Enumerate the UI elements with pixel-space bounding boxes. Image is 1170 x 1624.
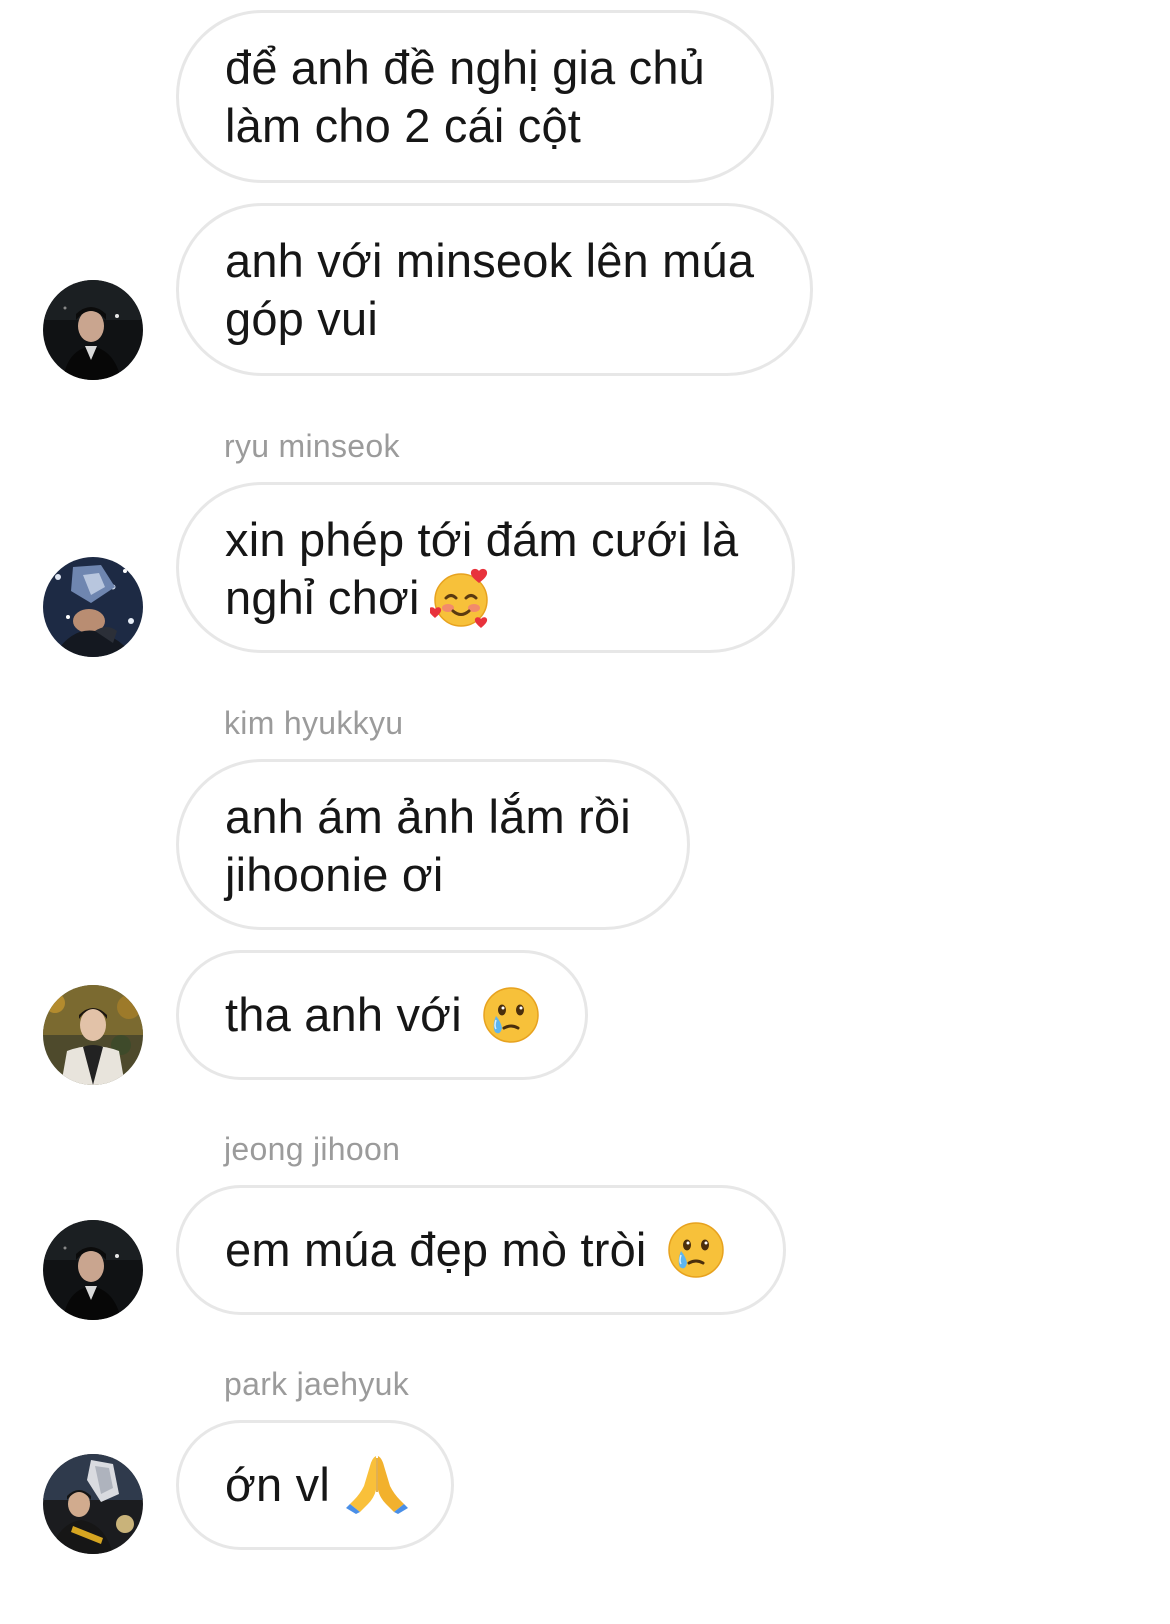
message-bubble[interactable]: em múa đẹp mò tròi [176, 1185, 786, 1315]
message-text: nghỉ chơi [225, 571, 420, 624]
message-bubble[interactable]: tha anh với [176, 950, 588, 1080]
avatar[interactable] [43, 557, 143, 657]
message-text: em múa đẹp mò tròi [225, 1223, 647, 1276]
avatar[interactable] [43, 985, 143, 1085]
sender-name: park jaehyuk [224, 1366, 410, 1402]
message-text: jihoonie ơi [225, 848, 444, 901]
message-text: góp vui [225, 292, 378, 345]
face-holding-back-tears-icon [480, 984, 542, 1046]
message-bubble[interactable]: ớn vl [176, 1420, 454, 1550]
message-text: tha anh với [225, 988, 462, 1041]
message-text: anh với minseok lên múa [225, 234, 755, 287]
message-line: nghỉ chơi [225, 567, 746, 629]
message-bubble[interactable]: anh với minseok lên múa góp vui [176, 203, 813, 376]
message-text: để anh đề nghị gia chủ [225, 41, 706, 94]
message-text: ớn vl [225, 1458, 330, 1511]
sender-name: jeong jihoon [224, 1131, 401, 1167]
message-bubble[interactable]: để anh đề nghị gia chủ làm cho 2 cái cột [176, 10, 774, 183]
avatar[interactable] [43, 1220, 143, 1320]
message-text: làm cho 2 cái cột [225, 99, 582, 152]
message-text: anh ám ảnh lắm rồi [225, 790, 631, 843]
folded-hands-icon [345, 1452, 408, 1514]
sender-name: kim hyukkyu [224, 705, 404, 741]
message-bubble[interactable]: anh ám ảnh lắm rồi jihoonie ơi [176, 759, 690, 930]
message-text: xin phép tới đám cưới là [225, 513, 739, 566]
smiling-face-with-hearts-icon [428, 567, 492, 629]
avatar[interactable] [43, 1454, 143, 1554]
face-holding-back-tears-icon [665, 1219, 727, 1281]
avatar[interactable] [43, 280, 143, 380]
sender-name: ryu minseok [224, 428, 400, 464]
message-bubble[interactable]: xin phép tới đám cưới là nghỉ chơi [176, 482, 795, 653]
